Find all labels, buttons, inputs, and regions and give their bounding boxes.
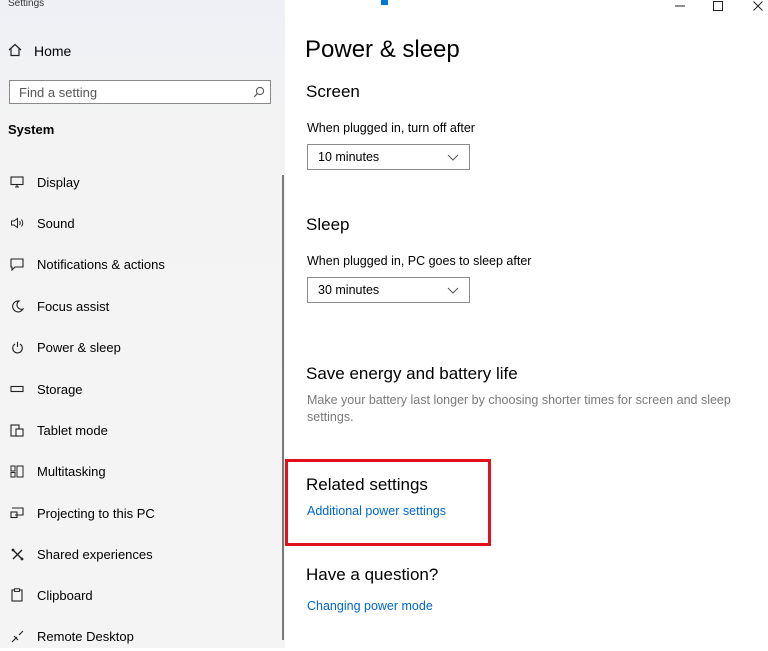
sidebar-item-tablet-mode[interactable]: Tablet mode <box>0 415 283 445</box>
power-icon <box>9 339 25 355</box>
changing-power-mode-link[interactable]: Changing power mode <box>307 599 433 613</box>
shared-experiences-icon <box>9 546 25 562</box>
sidebar-item-label: Storage <box>37 381 83 397</box>
screen-heading: Screen <box>306 82 360 101</box>
sidebar-item-power-sleep[interactable]: Power & sleep <box>0 332 283 362</box>
sidebar-item-projecting[interactable]: Projecting to this PC <box>0 498 283 528</box>
sidebar-item-sound[interactable]: Sound <box>0 208 283 238</box>
storage-icon <box>9 381 25 397</box>
close-icon[interactable] <box>748 0 768 16</box>
sleep-label: When plugged in, PC goes to sleep after <box>307 254 532 268</box>
remote-desktop-icon <box>9 628 25 644</box>
tablet-mode-icon <box>9 422 25 438</box>
dropdown-value: 30 minutes <box>318 283 380 297</box>
sidebar-item-label: Notifications & actions <box>37 256 165 272</box>
energy-description: Make your battery last longer by choosin… <box>307 393 731 424</box>
screen-timeout-dropdown[interactable]: 10 minutes <box>307 144 470 170</box>
related-settings-highlight <box>285 459 491 546</box>
display-icon <box>9 174 25 190</box>
sidebar-item-label: Projecting to this PC <box>37 505 155 521</box>
chevron-down-icon <box>447 150 459 164</box>
sidebar-item-shared-experiences[interactable]: Shared experiences <box>0 539 283 569</box>
sidebar-item-notifications[interactable]: Notifications & actions <box>0 249 283 279</box>
maximize-icon[interactable] <box>708 0 728 16</box>
sidebar: Settings Home System Display Sound Notif… <box>0 0 285 648</box>
sidebar-item-label: Sound <box>37 215 75 231</box>
sidebar-item-label: Focus assist <box>37 298 110 314</box>
dropdown-value: 10 minutes <box>318 150 380 164</box>
search-icon[interactable] <box>248 81 270 103</box>
sidebar-item-label: Multitasking <box>37 463 106 479</box>
home-nav-item[interactable]: Home <box>8 40 71 62</box>
sidebar-scrollbar[interactable] <box>282 175 284 640</box>
projecting-icon <box>9 505 25 521</box>
app-title: Settings <box>8 0 45 9</box>
sidebar-item-clipboard[interactable]: Clipboard <box>0 580 283 610</box>
chevron-down-icon <box>447 283 459 297</box>
sidebar-item-label: Tablet mode <box>37 422 108 438</box>
search-input[interactable] <box>10 81 248 103</box>
sidebar-item-label: Power & sleep <box>37 339 121 355</box>
sidebar-item-multitasking[interactable]: Multitasking <box>0 456 283 486</box>
screen-label: When plugged in, turn off after <box>307 121 475 135</box>
sidebar-item-focus-assist[interactable]: Focus assist <box>0 291 283 321</box>
minimize-icon[interactable] <box>670 0 690 16</box>
sound-icon <box>9 215 25 231</box>
home-icon <box>8 43 34 60</box>
multitasking-icon <box>9 463 25 479</box>
page-title: Power & sleep <box>305 36 460 63</box>
sleep-timeout-dropdown[interactable]: 30 minutes <box>307 277 470 303</box>
home-label: Home <box>34 43 72 59</box>
sidebar-item-label: Clipboard <box>37 587 93 603</box>
sidebar-item-label: Display <box>37 174 80 190</box>
search-box[interactable] <box>9 80 271 104</box>
section-label-system: System <box>8 122 55 137</box>
clipboard-icon <box>9 587 25 603</box>
question-heading: Have a question? <box>306 565 439 584</box>
title-bar-accent <box>381 0 388 5</box>
focus-assist-icon <box>9 298 25 314</box>
sidebar-item-label: Remote Desktop <box>37 628 134 644</box>
sleep-heading: Sleep <box>306 215 350 234</box>
energy-heading: Save energy and battery life <box>306 364 518 383</box>
notifications-icon <box>9 256 25 272</box>
sidebar-item-storage[interactable]: Storage <box>0 374 283 404</box>
sidebar-item-label: Shared experiences <box>37 546 153 562</box>
sidebar-item-display[interactable]: Display <box>0 167 283 197</box>
sidebar-item-remote-desktop[interactable]: Remote Desktop <box>0 621 283 651</box>
